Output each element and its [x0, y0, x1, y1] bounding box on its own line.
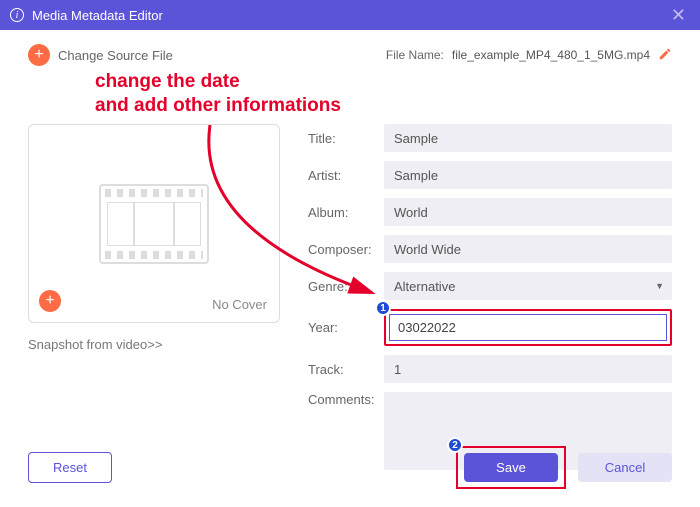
composer-label: Composer:: [308, 242, 384, 257]
change-source-label: Change Source File: [58, 48, 173, 63]
change-source-button[interactable]: + Change Source File: [28, 44, 173, 66]
reset-button[interactable]: Reset: [28, 452, 112, 483]
filmstrip-icon: [99, 184, 209, 264]
pencil-icon[interactable]: [658, 47, 672, 64]
plus-icon: +: [28, 44, 50, 66]
file-name-label: File Name:: [386, 48, 444, 62]
close-icon[interactable]: ✕: [667, 5, 690, 26]
year-input[interactable]: [389, 314, 667, 341]
info-icon: i: [10, 8, 24, 22]
year-label: Year:: [308, 320, 384, 335]
file-name-row: File Name: file_example_MP4_480_1_5MG.mp…: [386, 47, 672, 64]
track-input[interactable]: 1: [384, 355, 672, 383]
add-cover-button[interactable]: +: [39, 290, 61, 312]
album-input[interactable]: World: [384, 198, 672, 226]
window-title: Media Metadata Editor: [32, 8, 667, 23]
genre-label: Genre:: [308, 279, 384, 294]
artist-input[interactable]: Sample: [384, 161, 672, 189]
comments-label: Comments:: [308, 392, 384, 407]
cancel-button[interactable]: Cancel: [578, 453, 672, 482]
genre-select[interactable]: Alternative: [384, 272, 672, 300]
annotation-badge-2: 2: [447, 437, 463, 453]
artist-label: Artist:: [308, 168, 384, 183]
annotation-text: change the date and add other informatio…: [95, 70, 341, 118]
annotation-badge-1: 1: [375, 300, 391, 316]
annotation-highlight-year: [384, 309, 672, 346]
file-name-value: file_example_MP4_480_1_5MG.mp4: [452, 48, 650, 62]
composer-input[interactable]: World Wide: [384, 235, 672, 263]
track-label: Track:: [308, 362, 384, 377]
save-button[interactable]: Save: [464, 453, 558, 482]
no-cover-label: No Cover: [212, 297, 267, 312]
annotation-highlight-save: 2 Save: [456, 446, 566, 489]
title-input[interactable]: Sample: [384, 124, 672, 152]
cover-preview: + No Cover: [28, 124, 280, 323]
title-bar: i Media Metadata Editor ✕: [0, 0, 700, 30]
snapshot-link[interactable]: Snapshot from video>>: [28, 337, 162, 352]
album-label: Album:: [308, 205, 384, 220]
title-label: Title:: [308, 131, 384, 146]
